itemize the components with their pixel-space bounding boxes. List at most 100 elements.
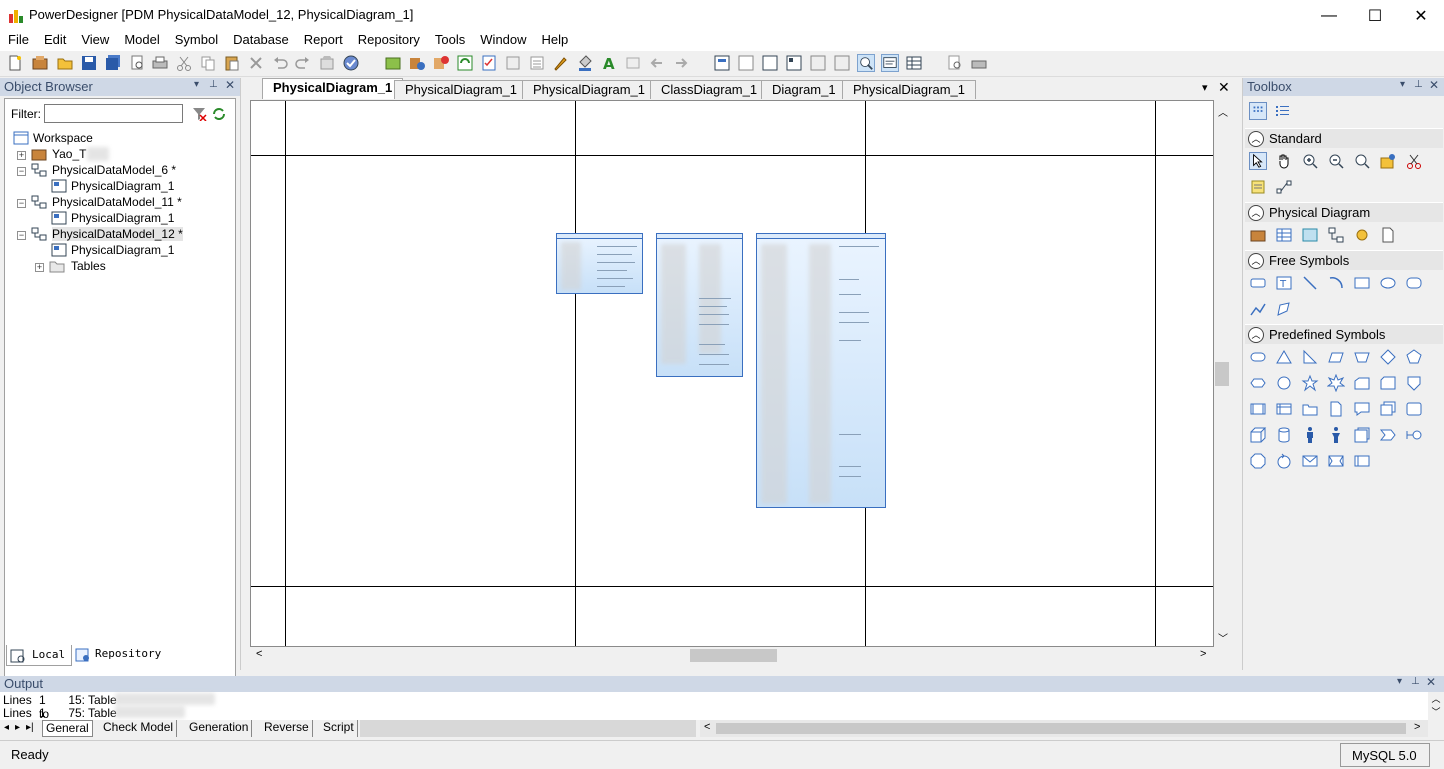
symbol-list-icon[interactable] <box>528 54 546 72</box>
comment-view-icon[interactable] <box>881 54 899 72</box>
screen-symbol-icon[interactable] <box>1327 452 1345 470</box>
new-model-icon[interactable] <box>384 54 402 72</box>
search-icon[interactable] <box>946 54 964 72</box>
rectangle-shape-icon[interactable] <box>1353 274 1371 292</box>
output-vscroll[interactable]: ︿ ﹀ <box>1428 692 1444 722</box>
cylinder-symbol-icon[interactable] <box>1275 426 1293 444</box>
line-shape-icon[interactable] <box>1301 274 1319 292</box>
align-icon[interactable] <box>624 54 642 72</box>
reverse-engineer-icon[interactable] <box>432 54 450 72</box>
close-tab-icon[interactable]: ✕ <box>1218 79 1230 96</box>
envelope-symbol-icon[interactable] <box>1301 452 1319 470</box>
menu-help[interactable]: Help <box>534 31 576 51</box>
font-icon[interactable]: A <box>600 54 618 72</box>
delete-icon[interactable] <box>247 54 265 72</box>
scroll-thumb[interactable] <box>1215 362 1229 386</box>
note-icon[interactable] <box>1249 178 1267 196</box>
actor-symbol-icon[interactable] <box>1301 426 1319 444</box>
menu-edit[interactable]: Edit <box>36 31 73 51</box>
output-tab-reverse[interactable]: Reverse <box>261 720 313 737</box>
link-icon[interactable] <box>1275 178 1293 196</box>
package-icon[interactable] <box>1249 226 1267 244</box>
menu-report[interactable]: Report <box>296 31 350 51</box>
internal-storage-symbol-icon[interactable] <box>1275 400 1293 418</box>
close-pane-icon[interactable]: ✕ <box>1429 78 1439 92</box>
list-view-icon[interactable] <box>1273 102 1291 120</box>
tab-physicaldiagram[interactable]: PhysicalDiagram_1 <box>842 80 976 99</box>
arc-shape-icon[interactable] <box>1327 274 1345 292</box>
table-icon[interactable] <box>1275 226 1293 244</box>
folder-symbol-icon[interactable] <box>1301 400 1319 418</box>
octagon-symbol-icon[interactable] <box>1249 452 1267 470</box>
maximize-button[interactable]: ☐ <box>1352 0 1398 31</box>
star-symbol-icon[interactable] <box>1301 374 1319 392</box>
save-all-icon[interactable] <box>104 54 122 72</box>
ellipse-shape-icon[interactable] <box>1379 274 1397 292</box>
procedure-icon[interactable] <box>1353 226 1371 244</box>
check-model-icon[interactable] <box>342 54 360 72</box>
filter-input[interactable] <box>44 104 183 123</box>
section-physical-diagram[interactable]: ︿ Physical Diagram <box>1245 202 1443 222</box>
menu-model[interactable]: Model <box>116 31 166 51</box>
pane-menu-icon[interactable]: ▾ <box>1400 79 1405 90</box>
output-tab-script[interactable]: Script <box>320 720 358 737</box>
view-5-icon[interactable] <box>809 54 827 72</box>
output-tab-general[interactable]: General <box>42 720 93 737</box>
list-icon[interactable] <box>504 54 522 72</box>
menu-symbol[interactable]: Symbol <box>167 31 225 51</box>
hexagon-symbol-icon[interactable] <box>1249 374 1267 392</box>
tree-item-diagram[interactable]: PhysicalDiagram_1 <box>71 179 174 193</box>
undo-icon[interactable] <box>271 54 289 72</box>
tree-item-project[interactable]: Yao_T <box>52 147 86 161</box>
properties-tool-icon[interactable] <box>1379 152 1397 170</box>
zoom-view-icon[interactable] <box>857 54 875 72</box>
section-free-symbols[interactable]: ︿ Free Symbols <box>1245 250 1443 270</box>
properties-icon[interactable] <box>318 54 336 72</box>
zoom-out-icon[interactable] <box>1327 152 1345 170</box>
menu-file[interactable]: File <box>0 31 36 51</box>
output-tab-check-model[interactable]: Check Model <box>100 720 178 737</box>
tab-card-symbol-icon[interactable] <box>1379 374 1397 392</box>
tree-item-pdm-11[interactable]: PhysicalDataModel_11 * <box>52 195 182 209</box>
view-table-icon[interactable] <box>1301 226 1319 244</box>
section-predefined-symbols[interactable]: ︿ Predefined Symbols <box>1245 324 1443 344</box>
interface-symbol-icon[interactable] <box>1405 426 1423 444</box>
frame-symbol-icon[interactable] <box>1405 400 1423 418</box>
close-pane-icon[interactable]: ✕ <box>1426 675 1436 689</box>
brush-icon[interactable] <box>552 54 570 72</box>
paste-icon[interactable] <box>223 54 241 72</box>
zoom-in-icon[interactable] <box>1301 152 1319 170</box>
view-1-icon[interactable] <box>713 54 731 72</box>
expand-toggle[interactable]: + <box>17 151 26 160</box>
pin-icon[interactable]: ⊥ <box>1411 676 1420 687</box>
output-hscroll[interactable]: < > <box>700 720 1428 737</box>
file-icon[interactable] <box>1379 226 1397 244</box>
tab-scroll-end[interactable]: ▸| <box>26 722 34 733</box>
diamond-symbol-icon[interactable] <box>1379 348 1397 366</box>
tab-scroll-left[interactable]: ◂ <box>4 722 9 733</box>
person-symbol-icon[interactable] <box>1327 426 1345 444</box>
collapse-toggle[interactable]: − <box>17 199 26 208</box>
title-shape-icon[interactable] <box>1249 274 1267 292</box>
cycle-symbol-icon[interactable] <box>1275 452 1293 470</box>
printer-icon[interactable] <box>970 54 988 72</box>
back-icon[interactable] <box>648 54 666 72</box>
burst-symbol-icon[interactable] <box>1327 374 1345 392</box>
print-preview-icon[interactable] <box>128 54 146 72</box>
view-3-icon[interactable] <box>761 54 779 72</box>
view-4-icon[interactable] <box>785 54 803 72</box>
print-icon[interactable] <box>151 54 169 72</box>
tab-diagram[interactable]: Diagram_1 <box>761 80 847 99</box>
redo-icon[interactable] <box>294 54 312 72</box>
menu-repository[interactable]: Repository <box>350 31 427 51</box>
text-shape-icon[interactable]: T <box>1275 274 1293 292</box>
polygon-shape-icon[interactable] <box>1275 300 1293 318</box>
tree-item-pdm-6[interactable]: PhysicalDataModel_6 * <box>52 163 176 177</box>
refresh-icon[interactable] <box>211 107 227 121</box>
grabber-icon[interactable] <box>1275 152 1293 170</box>
grid-view-icon[interactable] <box>905 54 923 72</box>
update-model-icon[interactable] <box>456 54 474 72</box>
horizontal-scrollbar[interactable]: < > <box>250 647 1214 664</box>
close-button[interactable]: ✕ <box>1398 0 1444 31</box>
menu-database[interactable]: Database <box>225 31 296 51</box>
